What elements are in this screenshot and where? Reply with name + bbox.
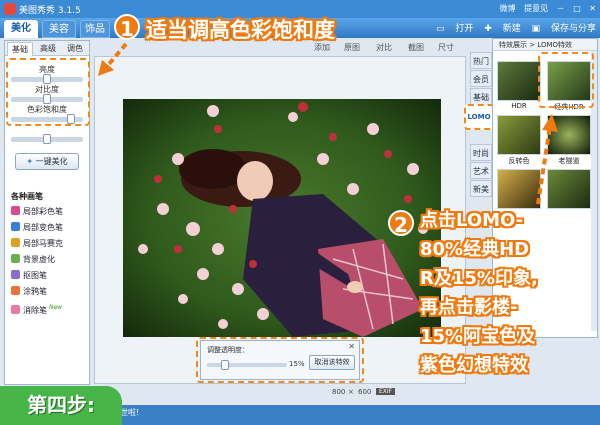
brush-icon [11,222,20,231]
title-right-links: 微博 提意见 － □ ✕ [494,3,596,14]
opacity-highlight [196,337,364,383]
step2-line: 再点击影楼- [420,297,518,318]
brush-item-cutout[interactable]: 抠图笔 [11,269,47,283]
original-button[interactable]: 原图 [344,42,360,53]
step2-badge: 2 [388,210,414,237]
effect-label: HDR [511,102,527,110]
extra-slider[interactable] [11,134,83,144]
pencil-icon [11,286,20,295]
step2-line: 紫色幻想特效 [420,355,528,376]
tab-lomo[interactable]: LOMO [464,104,494,130]
effects-breadcrumb: 特效展示 > LOMO特效 [493,39,597,51]
app-title: 美图秀秀 3.1.5 [19,6,81,16]
exif-badge[interactable]: EXIF [376,388,396,395]
eraser-icon [11,305,20,314]
tab-beautify[interactable]: 美化 [4,20,38,38]
maximize-icon[interactable]: □ [573,4,581,13]
step2-text-block: 点击LOMO- 80%经典HD R及15%印象, 再点击影楼- 15%阿宝色及 … [420,206,600,380]
tab-face[interactable]: 美容 [42,20,76,38]
cutout-icon [11,270,20,279]
brush-item-eraser[interactable]: 消除笔 New [11,301,62,315]
brush-item-color[interactable]: 局部彩色笔 [11,205,63,219]
tab-fashion[interactable]: 时尚 [470,144,492,161]
adjust-subtabs: 基础 高级 调色 [5,41,89,56]
magic-wand-icon: ✦ [26,157,34,166]
step2-line: 点击LOMO- [420,210,524,231]
new-badge: New [49,304,63,311]
tab-hot[interactable]: 热门 [470,52,492,69]
app-logo-icon [4,3,16,15]
step-label: 第四步: [0,386,122,425]
one-click-label: 一键美化 [35,157,68,166]
open-button[interactable]: ▭ 打开 [436,24,473,34]
slider-track[interactable] [11,134,83,144]
step2-line: 80%经典HD [420,239,530,260]
adjust-highlight [6,58,90,126]
brush-item-doodle[interactable]: 涂鸦笔 [11,285,47,299]
step1-text: 适当调高色彩饱和度 [146,18,335,42]
brush-section-title: 各种画笔 [11,192,43,201]
close-icon[interactable]: ✕ [589,4,596,13]
image-width: 800 [332,388,346,396]
tab-new[interactable]: 新美 [470,180,492,197]
tab-accessories[interactable]: 饰品 [80,20,110,38]
image-height: 600 [358,388,372,396]
subtab-color[interactable]: 调色 [63,42,87,56]
tab-art[interactable]: 艺术 [470,162,492,179]
arrow-icon [98,42,128,76]
subtab-advanced[interactable]: 高级 [35,42,61,56]
save-share-button[interactable]: ▣ 保存与分享 [532,24,596,34]
tab-lomo-label: LOMO [467,113,491,121]
minimize-icon[interactable]: － [557,4,565,13]
step1-badge: 1 [114,14,140,41]
compare-button[interactable]: 对比 [376,42,392,53]
subtab-basic[interactable]: 基础 [7,42,33,56]
tab-vip[interactable]: 会员 [470,70,492,87]
slider-thumb[interactable] [43,134,51,144]
screenshot-button[interactable]: 截图 [408,42,424,53]
brush-item-blur[interactable]: 背景虚化 [11,253,55,267]
mosaic-icon [11,238,20,247]
step2-line: R及15%印象, [420,268,538,289]
blur-icon [11,254,20,263]
status-bar: 800 × 600 EXIF [94,386,598,400]
tab-basic[interactable]: 基础 [470,88,492,105]
brush-item-mosaic[interactable]: 局部马赛克 [11,237,63,251]
new-button[interactable]: ✚ 新建 [484,24,520,34]
step2-line: 15%阿宝色及 [420,326,536,347]
arrow-icon [536,114,558,205]
classic-hdr-highlight [538,52,594,108]
size-button[interactable]: 尺寸 [438,42,454,53]
feedback-link[interactable]: 提意见 [524,4,548,13]
one-click-beautify-button[interactable]: ✦ 一键美化 [15,153,79,170]
weibo-link[interactable]: 微博 [500,4,516,13]
brush-icon [11,206,20,215]
effect-thumb-hdr[interactable] [497,61,541,101]
file-tools: ▭ 打开 ✚ 新建 ▣ 保存与分享 [428,21,596,34]
brush-item-recolor[interactable]: 局部变色笔 [11,221,63,235]
size-separator: × [348,388,354,396]
